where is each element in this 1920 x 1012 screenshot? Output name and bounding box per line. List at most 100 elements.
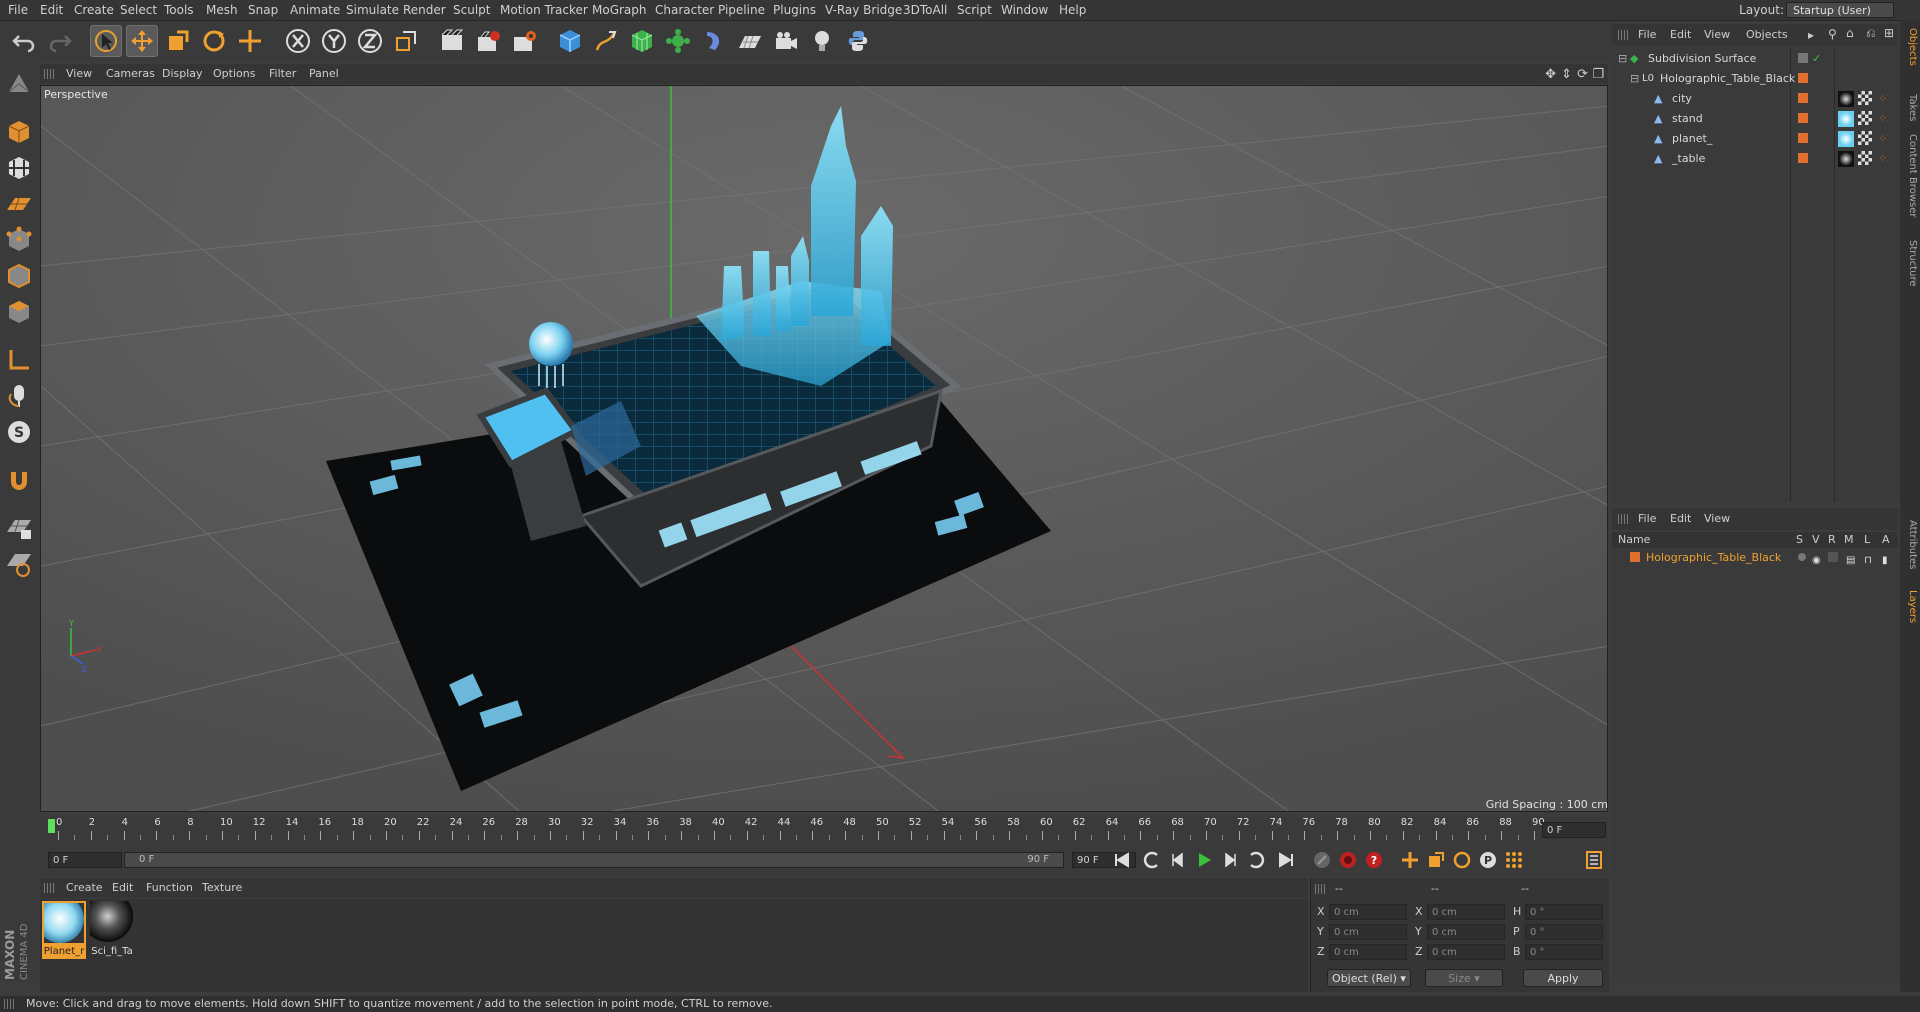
menu-window[interactable]: Window xyxy=(1001,0,1048,20)
column-manager[interactable]: M xyxy=(1844,533,1854,546)
column-visible[interactable]: V xyxy=(1812,533,1820,546)
manager-toggle-icon[interactable]: ▤ xyxy=(1846,551,1855,570)
next-frame-icon[interactable] xyxy=(1218,848,1242,872)
viewport-rotate-icon[interactable]: ⟳ xyxy=(1577,67,1588,82)
texture-mode-icon[interactable] xyxy=(3,152,35,184)
texture-tag-icon[interactable] xyxy=(1858,111,1872,125)
layer-color-icon[interactable] xyxy=(1798,133,1808,143)
redo-icon[interactable] xyxy=(44,25,76,57)
play-icon[interactable] xyxy=(1192,848,1216,872)
x-axis-icon[interactable] xyxy=(282,25,314,57)
autokey-icon[interactable] xyxy=(1336,848,1360,872)
object-menu-objects[interactable]: Objects xyxy=(1746,24,1788,46)
object-menu-edit[interactable]: Edit xyxy=(1670,24,1691,46)
texture-tag-icon[interactable] xyxy=(1858,91,1872,105)
scale-icon[interactable] xyxy=(162,25,194,57)
object-row[interactable]: ⊟ L0 Holographic_Table_Black xyxy=(1612,69,1898,88)
render-toggle-icon[interactable] xyxy=(1828,552,1838,562)
menu-mograph[interactable]: MoGraph xyxy=(592,0,647,20)
lock-icon[interactable]: ⊓ xyxy=(1864,551,1872,570)
layer-color-icon[interactable] xyxy=(1798,153,1808,163)
size-mode-select[interactable]: Size ▾ xyxy=(1425,969,1503,987)
previous-key-icon[interactable] xyxy=(1140,848,1164,872)
menu-character[interactable]: Character xyxy=(655,0,714,20)
viewport-zoom-icon[interactable]: ⇕ xyxy=(1561,67,1572,82)
home-icon[interactable]: ⌂ xyxy=(1846,26,1854,40)
key-position-icon[interactable] xyxy=(1398,848,1422,872)
panel-grip-icon[interactable] xyxy=(44,883,54,893)
light-icon[interactable] xyxy=(806,25,838,57)
menu-script[interactable]: Script xyxy=(957,0,992,20)
undo-icon[interactable] xyxy=(8,25,40,57)
pen-spline-icon[interactable] xyxy=(590,25,622,57)
key-pla-icon[interactable] xyxy=(1502,848,1526,872)
material-item[interactable]: Sci_fi_Ta xyxy=(90,901,134,959)
z-axis-icon[interactable] xyxy=(354,25,386,57)
material-tag-icon[interactable] xyxy=(1838,151,1854,167)
y-axis-icon[interactable] xyxy=(318,25,350,57)
python-icon[interactable] xyxy=(842,25,874,57)
menu-file[interactable]: File xyxy=(8,0,28,20)
tab-objects[interactable]: Objects xyxy=(1902,28,1918,66)
lock-workplane-icon[interactable] xyxy=(3,512,35,544)
menu-plugins[interactable]: Plugins xyxy=(773,0,816,20)
render-settings-icon[interactable] xyxy=(508,25,540,57)
tab-takes[interactable]: Takes xyxy=(1902,94,1918,121)
workplane-rotate-icon[interactable] xyxy=(3,548,35,580)
key-parameter-icon[interactable]: P xyxy=(1476,848,1500,872)
move-icon[interactable] xyxy=(126,25,158,57)
viewport-menu-options[interactable]: Options xyxy=(213,64,255,84)
panel-grip-icon[interactable] xyxy=(1315,884,1325,894)
rotation-h-field[interactable]: 0 ° xyxy=(1525,904,1603,920)
solo-toggle-icon[interactable] xyxy=(1798,553,1806,561)
render-picture-viewer-icon[interactable] xyxy=(472,25,504,57)
material-tag-icon[interactable] xyxy=(1838,131,1854,147)
phong-tag-icon[interactable]: ⁘ xyxy=(1878,149,1887,168)
render-view-icon[interactable] xyxy=(436,25,468,57)
timeline-window-icon[interactable] xyxy=(1582,848,1606,872)
menu-vray-bridge[interactable]: V-Ray Bridge xyxy=(825,0,902,20)
object-row[interactable]: ⊟ ◆ Subdivision Surface ✓ xyxy=(1612,49,1898,68)
layer-color-icon[interactable] xyxy=(1798,93,1808,103)
viewport-menu-filter[interactable]: Filter xyxy=(269,64,296,84)
menu-help[interactable]: Help xyxy=(1059,0,1086,20)
object-row[interactable]: ▲ planet_ ⁘ xyxy=(1612,129,1898,148)
layer-color-icon[interactable] xyxy=(1630,552,1640,562)
layer-color-icon[interactable] xyxy=(1798,73,1808,83)
material-menu-texture[interactable]: Texture xyxy=(202,878,242,898)
key-scale-icon[interactable] xyxy=(1424,848,1448,872)
column-animation[interactable]: A xyxy=(1882,533,1890,546)
position-z-field[interactable]: 0 cm xyxy=(1329,944,1407,960)
menu-pipeline[interactable]: Pipeline xyxy=(718,0,765,20)
object-menu-file[interactable]: File xyxy=(1638,24,1656,46)
material-menu-edit[interactable]: Edit xyxy=(112,878,133,898)
viewport-menu-display[interactable]: Display xyxy=(162,64,203,84)
apply-button[interactable]: Apply xyxy=(1523,969,1603,987)
menu-mesh[interactable]: Mesh xyxy=(206,0,238,20)
panel-grip-icon[interactable] xyxy=(1618,514,1628,524)
coordinate-system-icon[interactable] xyxy=(390,25,422,57)
phong-tag-icon[interactable]: ⁘ xyxy=(1878,89,1887,108)
key-rotation-icon[interactable] xyxy=(1450,848,1474,872)
panel-grip-icon[interactable] xyxy=(44,69,54,79)
animation-toggle-icon[interactable]: ▮ xyxy=(1882,551,1888,570)
current-frame-field[interactable]: 0 F xyxy=(1542,822,1606,838)
layout-select[interactable]: Startup (User) xyxy=(1786,2,1894,18)
check-icon[interactable]: ✓ xyxy=(1812,49,1821,68)
position-x-field[interactable]: 0 cm xyxy=(1329,904,1407,920)
start-frame-field[interactable]: 0 F xyxy=(48,852,122,868)
phong-tag-icon[interactable]: ⁘ xyxy=(1878,129,1887,148)
model-mode-icon[interactable] xyxy=(3,116,35,148)
3d-viewport[interactable]: Y X Z xyxy=(40,85,1608,812)
magnet-icon[interactable] xyxy=(3,464,35,496)
viewport-menu-cameras[interactable]: Cameras xyxy=(106,64,155,84)
collapse-toggle-icon[interactable]: ⊟ xyxy=(1630,69,1639,88)
search-icon[interactable]: ⚲ xyxy=(1828,27,1837,41)
size-x-field[interactable]: 0 cm xyxy=(1427,904,1505,920)
tab-attributes[interactable]: Attributes xyxy=(1902,520,1918,569)
position-y-field[interactable]: 0 cm xyxy=(1329,924,1407,940)
select-arrow-icon[interactable] xyxy=(90,25,122,57)
edges-mode-icon[interactable] xyxy=(3,260,35,292)
tab-structure[interactable]: Structure xyxy=(1902,240,1918,287)
tweak-icon[interactable] xyxy=(3,380,35,412)
